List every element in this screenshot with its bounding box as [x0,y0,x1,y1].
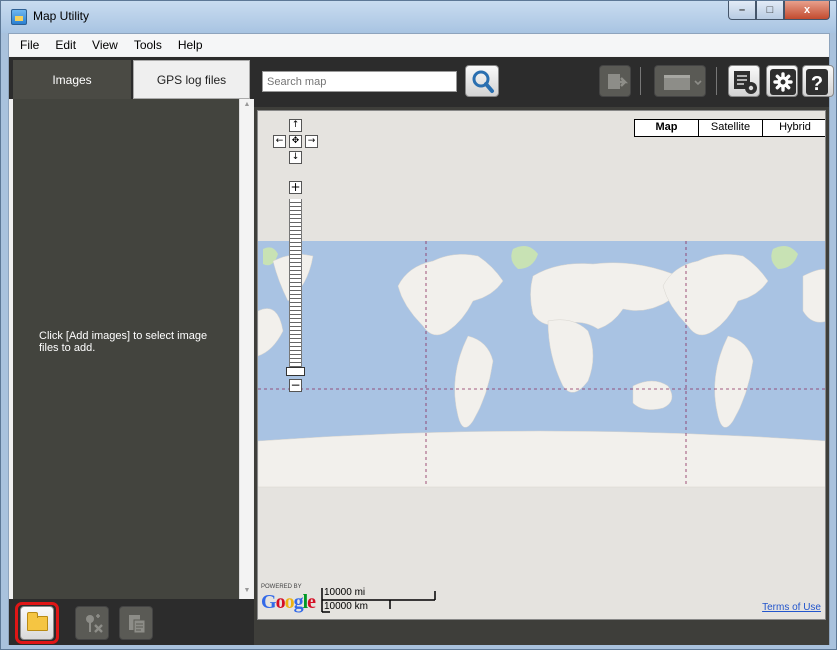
scale-km: 10000 km [324,601,368,612]
map-canvas[interactable]: Map Satellite Hybrid ↑ ← ✥ → ↓ + − POWER… [257,110,826,620]
maximize-button[interactable]: □ [756,1,784,20]
pan-left-button[interactable]: ← [273,135,286,148]
image-list-scrollbar[interactable]: ▲ ▼ [239,99,253,599]
status-bar [254,620,829,645]
pan-right-button[interactable]: → [305,135,318,148]
map-toolbar: ? [254,57,834,107]
menu-edit[interactable]: Edit [47,38,84,52]
left-bottom-bar [9,599,254,645]
settings-button[interactable] [766,65,798,97]
tab-gps-log-files[interactable]: GPS log files [133,60,250,99]
close-button[interactable]: x [784,1,830,20]
toolbar-separator [640,67,641,95]
map-type-hybrid[interactable]: Hybrid [762,120,825,136]
menu-help[interactable]: Help [170,38,211,52]
pan-center-button[interactable]: ✥ [289,135,302,148]
geotag-button[interactable] [75,606,109,640]
folder-icon [27,612,48,631]
pan-down-button[interactable]: ↓ [289,151,302,164]
help-button[interactable]: ? [802,65,834,97]
gear-icon [770,69,796,95]
map-scale: 10000 mi 10000 km [320,587,440,613]
question-icon: ? [806,69,828,95]
app-window: Map Utility – □ x File Edit View Tools H… [0,0,837,650]
menu-tools[interactable]: Tools [126,38,170,52]
log-settings-button[interactable] [728,65,760,97]
search-map-input[interactable] [262,71,457,92]
window-icon [664,75,702,90]
menu-bar: File Edit View Tools Help [9,34,829,56]
world-map [258,111,825,619]
minimize-button[interactable]: – [728,1,756,20]
map-type-satellite[interactable]: Satellite [698,120,762,136]
svg-text:?: ? [811,73,823,95]
scroll-down-icon[interactable]: ▼ [242,587,252,597]
edit-icon [129,615,146,634]
left-tabs: Images GPS log files [9,57,254,99]
google-logo: Google [261,591,316,613]
export-button[interactable] [599,65,631,97]
zoom-slider-track[interactable] [289,199,302,375]
edit-button[interactable] [119,606,153,640]
geotag-icon [86,614,103,633]
tab-images[interactable]: Images [13,60,131,99]
title-bar[interactable]: Map Utility – □ x [1,1,836,33]
export-icon [608,74,629,89]
client-area: File Edit View Tools Help Images GPS log… [8,33,834,645]
magnifier-icon [472,70,494,93]
pan-up-button[interactable]: ↑ [289,119,302,132]
scale-miles: 10000 mi [324,587,366,598]
search-button[interactable] [465,65,499,97]
window-title: Map Utility [33,9,90,23]
add-images-hint: Click [Add images] to select image files… [39,330,208,354]
image-list-pane: Click [Add images] to select image files… [13,99,239,599]
map-type-selector: Map Satellite Hybrid [634,119,825,137]
display-button[interactable] [654,65,706,97]
zoom-in-button[interactable]: + [289,181,302,194]
zoom-slider-thumb[interactable] [286,367,305,376]
zoom-out-button[interactable]: − [289,379,302,392]
map-panel: Map Satellite Hybrid ↑ ← ✥ → ↓ + − POWER… [254,107,829,645]
toolbar-separator [716,67,717,95]
map-type-map[interactable]: Map [635,120,698,136]
menu-file[interactable]: File [12,38,47,52]
map-app-icon [11,9,27,25]
scroll-up-icon[interactable]: ▲ [242,101,252,111]
powered-by-label: POWERED BY [261,584,302,590]
log-settings-icon [734,71,757,94]
terms-of-use-link[interactable]: Terms of Use [762,602,821,613]
add-images-button[interactable] [20,606,54,640]
menu-view[interactable]: View [84,38,126,52]
